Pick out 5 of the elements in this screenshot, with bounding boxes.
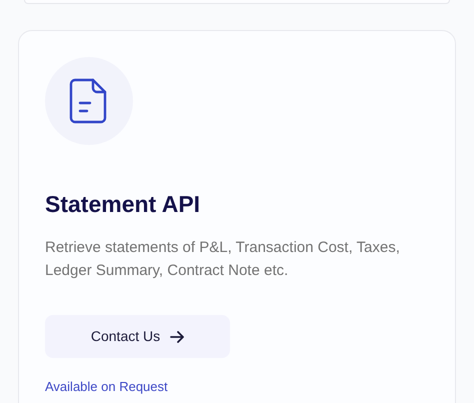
availability-link[interactable]: Available on Request	[45, 377, 168, 396]
arrow-icon	[170, 330, 184, 342]
card-description: Retrieve statements of P&L, Transaction Cost, Taxes, Ledger Summary, Contract Note etc.	[45, 238, 401, 281]
card-title: Statement API	[45, 190, 202, 219]
contact-button[interactable]: Contact Us	[45, 315, 230, 358]
